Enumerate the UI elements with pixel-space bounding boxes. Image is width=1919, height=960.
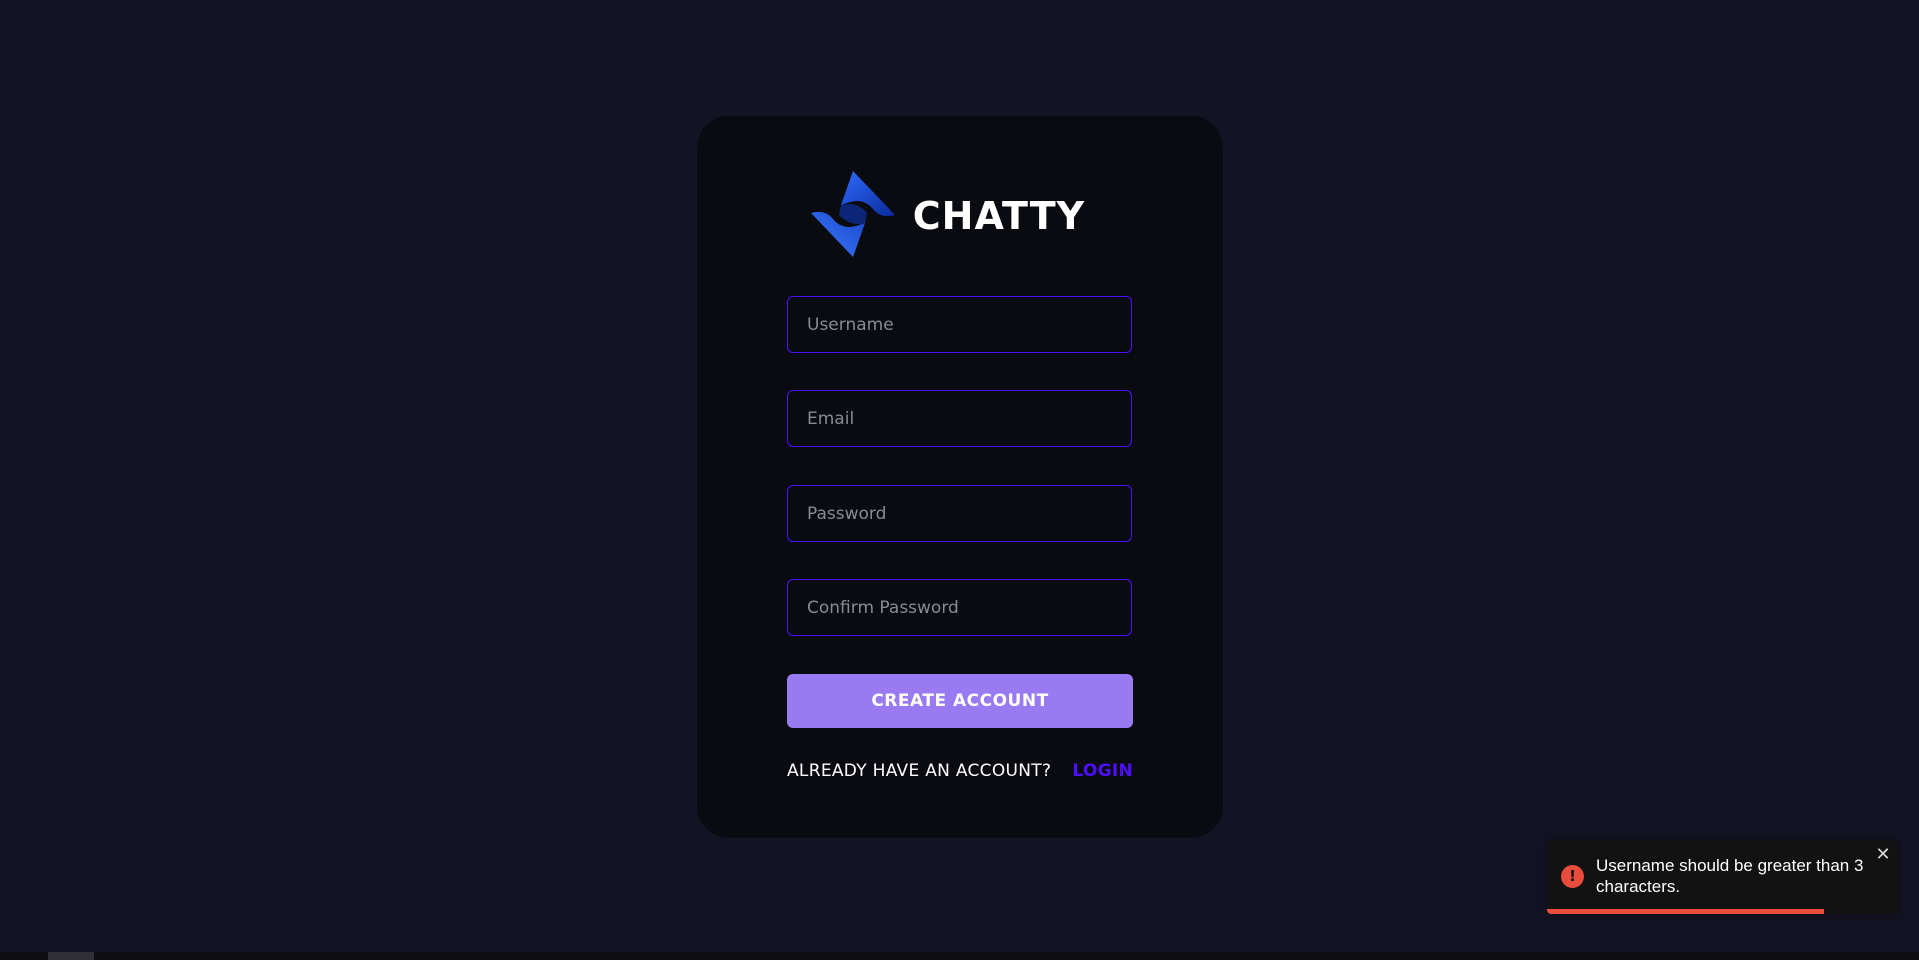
login-prompt-text: ALREADY HAVE AN ACCOUNT? [787, 761, 1052, 781]
scrollbar-thumb[interactable] [48, 952, 94, 960]
close-icon[interactable]: ✕ [1874, 846, 1892, 864]
brand-name: CHATTY [912, 194, 1086, 238]
username-input[interactable] [787, 296, 1132, 353]
chatty-logo-icon [810, 171, 895, 257]
error-toast[interactable]: ! Username should be greater than 3 char… [1547, 840, 1898, 914]
email-input[interactable] [787, 390, 1132, 447]
error-icon: ! [1561, 865, 1584, 888]
brand-header: CHATTY [697, 168, 1223, 260]
confirm-password-input[interactable] [787, 579, 1132, 636]
login-prompt: ALREADY HAVE AN ACCOUNT? LOGIN [787, 761, 1133, 785]
horizontal-scrollbar[interactable] [0, 952, 1919, 960]
create-account-button[interactable]: CREATE ACCOUNT [787, 674, 1133, 728]
register-page: CHATTY CREATE ACCOUNT ALREADY HAVE AN AC… [0, 0, 1919, 960]
toast-message: Username should be greater than 3 charac… [1596, 856, 1864, 896]
login-link[interactable]: LOGIN [1072, 761, 1133, 785]
register-form: CHATTY CREATE ACCOUNT ALREADY HAVE AN AC… [697, 116, 1223, 838]
toast-progress-bar [1547, 909, 1825, 914]
password-input[interactable] [787, 485, 1132, 542]
